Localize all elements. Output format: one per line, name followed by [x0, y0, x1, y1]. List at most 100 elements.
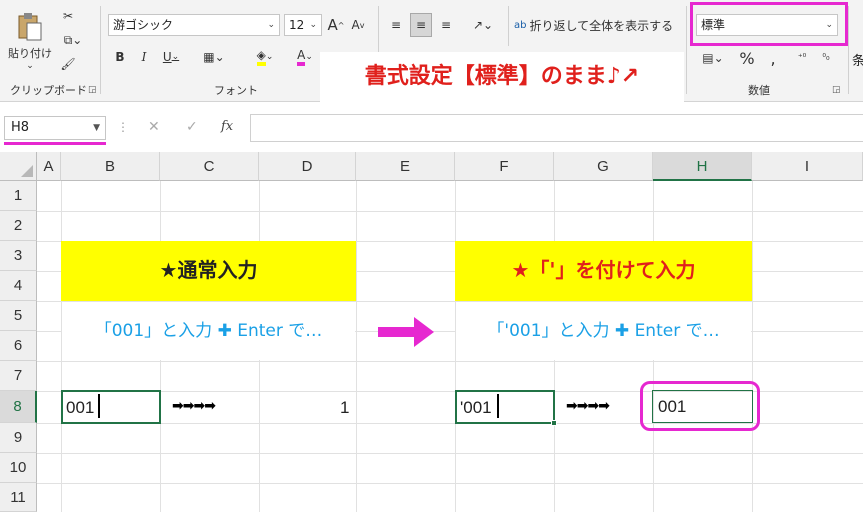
divider [848, 6, 849, 94]
font-color-label: A [297, 48, 306, 66]
align-middle-icon: ≡ [415, 18, 427, 32]
divider [100, 6, 101, 94]
left-arrows-icon: ➡➡➡➡ [172, 398, 216, 414]
styles-group-partial[interactable]: 条 [852, 50, 863, 69]
decrease-decimal-icon: ⁰₀ [822, 53, 830, 63]
column-header-b[interactable]: B [61, 152, 160, 181]
row-header-9[interactable]: 9 [0, 423, 37, 453]
column-header-e[interactable]: E [356, 152, 455, 181]
comma-icon: , [770, 48, 776, 68]
format-painter-icon: 🖌 [60, 57, 76, 71]
right-arrows-icon: ➡➡➡➡ [566, 398, 610, 414]
font-group-label: フォント [214, 84, 258, 97]
cell-f8-value: '001 [460, 398, 492, 417]
column-header-h[interactable]: H [653, 152, 752, 181]
row-header-7[interactable]: 7 [0, 361, 37, 391]
name-box[interactable]: H8 ▼ [4, 116, 106, 140]
align-middle-button[interactable]: ≡ [410, 13, 432, 37]
formula-input[interactable] [250, 114, 863, 142]
right-note: 「'001」と入力 ✚ Enter で… [456, 302, 751, 360]
paste-label: 貼り付け [8, 47, 52, 60]
orientation-icon: ↗⌄ [472, 18, 494, 32]
row-header-2[interactable]: 2 [0, 211, 37, 241]
left-banner: ★通常入力 [61, 241, 356, 301]
column-header-a[interactable]: A [37, 152, 61, 181]
ribbon: 貼り付け ⌄ ✂ ⧉⌄ 🖌 クリップボード ◲ 游ゴシック ⌄ 12 ⌄ A ^ … [0, 0, 863, 102]
wrap-text-button[interactable]: ab 折り返して全体を表示する [514, 14, 674, 36]
bold-label: B [115, 50, 125, 64]
column-header-c[interactable]: C [160, 152, 259, 181]
column-header-d[interactable]: D [259, 152, 356, 181]
divider [508, 6, 509, 46]
percent-label: % [739, 48, 755, 68]
gridline [752, 181, 753, 512]
row-header-5[interactable]: 5 [0, 301, 37, 331]
shrink-font-button[interactable]: Av [348, 14, 368, 36]
number-launcher-icon[interactable]: ◲ [832, 85, 841, 95]
gridline [37, 211, 863, 212]
grow-font-button[interactable]: A ^ [326, 14, 346, 36]
row-header-10[interactable]: 10 [0, 453, 37, 483]
increase-decimal-icon: ⁺⁰ [797, 53, 807, 63]
column-header-i[interactable]: I [752, 152, 863, 181]
accounting-format-button[interactable]: ▤⌄ [698, 48, 728, 68]
more-options-icon[interactable]: ⋮ [117, 120, 129, 134]
bold-button[interactable]: B [110, 46, 130, 68]
row-header-1[interactable]: 1 [0, 181, 37, 211]
decrease-decimal-button[interactable]: ⁰₀ [816, 48, 836, 68]
row-header-11[interactable]: 11 [0, 483, 37, 512]
row-header-8[interactable]: 8 [0, 391, 37, 423]
format-painter-button[interactable]: 🖌 [58, 54, 78, 74]
cell-h8-value: 001 [658, 397, 687, 416]
callout-text: 書式設定【標準】のまま♪↗ [364, 64, 640, 89]
row-header-6[interactable]: 6 [0, 331, 37, 361]
currency-icon: ▤⌄ [702, 51, 724, 65]
align-top-button[interactable]: ≡ [386, 14, 406, 36]
italic-label: I [141, 50, 147, 64]
insert-function-icon[interactable]: fx [221, 119, 233, 134]
font-size-combo[interactable]: 12 ⌄ [284, 14, 322, 36]
cancel-icon[interactable]: ✕ [148, 119, 160, 135]
copy-icon: ⧉⌄ [63, 32, 83, 47]
underline-button[interactable]: U ⌄ [158, 46, 184, 68]
clipboard-launcher-icon[interactable]: ◲ [88, 85, 97, 95]
paste-button[interactable]: 貼り付け ⌄ [6, 6, 54, 76]
right-banner: ★「'」を付けて入力 [455, 241, 752, 301]
divider [686, 6, 687, 94]
copy-button[interactable]: ⧉⌄ [58, 30, 88, 50]
cut-button[interactable]: ✂ [58, 6, 78, 26]
percent-button[interactable]: % [736, 48, 758, 68]
align-top-icon: ≡ [390, 18, 402, 32]
gridline [37, 453, 863, 454]
align-bottom-button[interactable]: ≡ [436, 14, 456, 36]
font-name-value: 游ゴシック [113, 18, 174, 32]
borders-button[interactable]: ▦⌄ [200, 46, 228, 68]
name-box-value: H8 [11, 120, 30, 135]
chevron-down-icon: ⌄ [26, 61, 34, 71]
gridline [37, 361, 863, 362]
fill-handle[interactable] [551, 420, 557, 426]
number-format-combo[interactable]: 標準 ⌄ [696, 14, 838, 36]
big-right-arrow-icon [378, 317, 434, 347]
enter-icon[interactable]: ✓ [186, 119, 198, 135]
column-header-f[interactable]: F [455, 152, 554, 181]
font-color-button[interactable]: A ⌄ [290, 46, 320, 68]
gridline [356, 181, 357, 512]
underline-label: U [162, 50, 172, 64]
name-box-highlight [4, 142, 106, 145]
fill-color-button[interactable]: ◈ ⌄ [250, 46, 280, 68]
text-caret [98, 394, 100, 418]
formula-bar: H8 ▼ ⋮ ✕ ✓ fx [0, 102, 863, 150]
comma-style-button[interactable]: , [762, 48, 784, 68]
increase-decimal-button[interactable]: ⁺⁰ [792, 48, 812, 68]
row-header-3[interactable]: 3 [0, 241, 37, 271]
italic-button[interactable]: I [134, 46, 154, 68]
orientation-button[interactable]: ↗⌄ [468, 14, 498, 36]
column-header-g[interactable]: G [554, 152, 653, 181]
chevron-down-icon: ▼ [93, 123, 100, 133]
chevron-down-icon: ⌄ [309, 20, 317, 30]
row-header-4[interactable]: 4 [0, 271, 37, 301]
worksheet-grid[interactable]: A B C D E F G H I 1 2 3 4 5 6 7 8 9 10 1… [0, 152, 863, 512]
font-name-combo[interactable]: 游ゴシック ⌄ [108, 14, 280, 36]
select-all-corner[interactable] [0, 152, 37, 181]
